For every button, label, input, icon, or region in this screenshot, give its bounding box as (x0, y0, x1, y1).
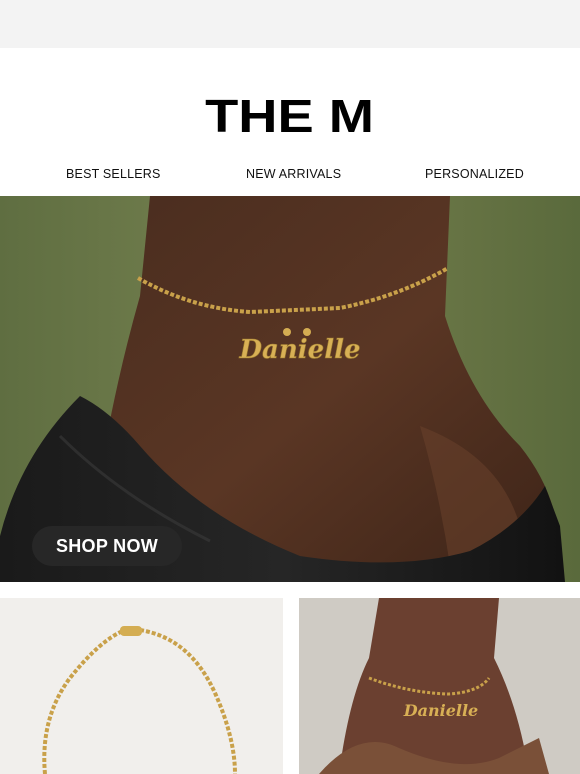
anklet-photo: Danielle (299, 598, 580, 774)
clasp (120, 626, 142, 636)
top-nav: BEST SELLERS NEW ARRIVALS PERSONALIZED (0, 160, 580, 196)
pendant-text: Danielle (238, 335, 360, 365)
nav-new-arrivals[interactable]: NEW ARRIVALS (246, 160, 341, 188)
nav-best-sellers[interactable]: BEST SELLERS (66, 160, 161, 188)
nav-personalized[interactable]: PERSONALIZED (425, 160, 524, 188)
product-tile-anklet[interactable]: Danielle (299, 598, 580, 774)
email-body: THE M BEST SELLERS NEW ARRIVALS PERSONAL… (0, 48, 580, 774)
product-tile-chain[interactable] (0, 598, 283, 774)
shop-now-button[interactable]: SHOP NOW (32, 526, 182, 566)
top-margin (0, 0, 580, 48)
hero-photo: Danielle (0, 196, 565, 582)
product-grid: Danielle (0, 598, 580, 774)
brand-logo[interactable]: THE M (0, 92, 580, 140)
hero-image[interactable]: Danielle SHOP NOW (0, 196, 580, 582)
pendant-text-small: Danielle (403, 701, 478, 720)
chain-photo (42, 626, 237, 774)
brand-logo-text: THE M (205, 90, 375, 142)
